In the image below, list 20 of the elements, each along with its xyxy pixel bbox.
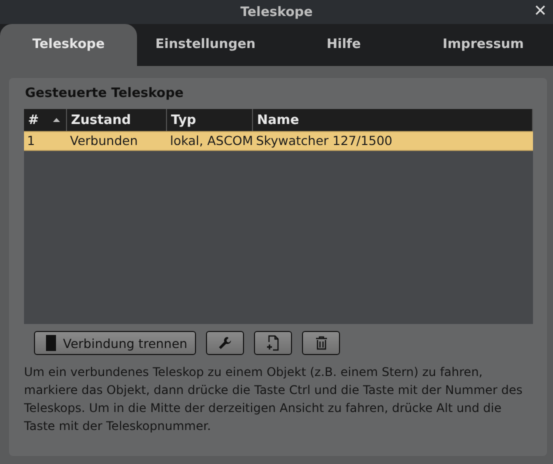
window-title: Teleskope bbox=[240, 4, 313, 20]
table-row[interactable]: 1 Verbunden lokal, ASCOM Skywatcher 127/1500 bbox=[24, 131, 533, 151]
tab[interactable]: Impressum bbox=[414, 24, 553, 66]
tab[interactable]: Teleskope bbox=[0, 24, 137, 66]
tab[interactable]: Hilfe bbox=[274, 24, 414, 66]
configure-button[interactable] bbox=[206, 331, 244, 355]
add-button[interactable] bbox=[254, 331, 292, 355]
close-button[interactable]: ✕ bbox=[532, 1, 549, 20]
disconnect-button[interactable]: Verbindung trennen bbox=[34, 331, 196, 355]
new-file-icon bbox=[266, 335, 280, 351]
table-cell-text: Verbunden bbox=[69, 132, 139, 150]
table-cell-text: 1 bbox=[26, 132, 36, 150]
wrench-icon bbox=[218, 336, 232, 350]
group-title: Gesteuerte Teleskope bbox=[25, 86, 185, 101]
table-cell-text: lokal, ASCOM bbox=[169, 132, 253, 150]
trash-icon bbox=[314, 336, 328, 350]
help-text: Um ein verbundenes Teleskop zu einem Objekt (z.B. einem Stern) zu fahren, markiere das Objekt, dann drücke die Taste Ctrl und die Taste mit der Nummer des Teleskops. Um in die Mitte der derzeitigen Ansicht zu fahren, drücke Alt und die Taste mit der Teleskopnummer. bbox=[24, 364, 524, 435]
tab[interactable]: Einstellungen bbox=[137, 24, 274, 66]
delete-button[interactable] bbox=[302, 331, 340, 355]
table-cell-text: Skywatcher 127/1500 bbox=[255, 132, 394, 150]
